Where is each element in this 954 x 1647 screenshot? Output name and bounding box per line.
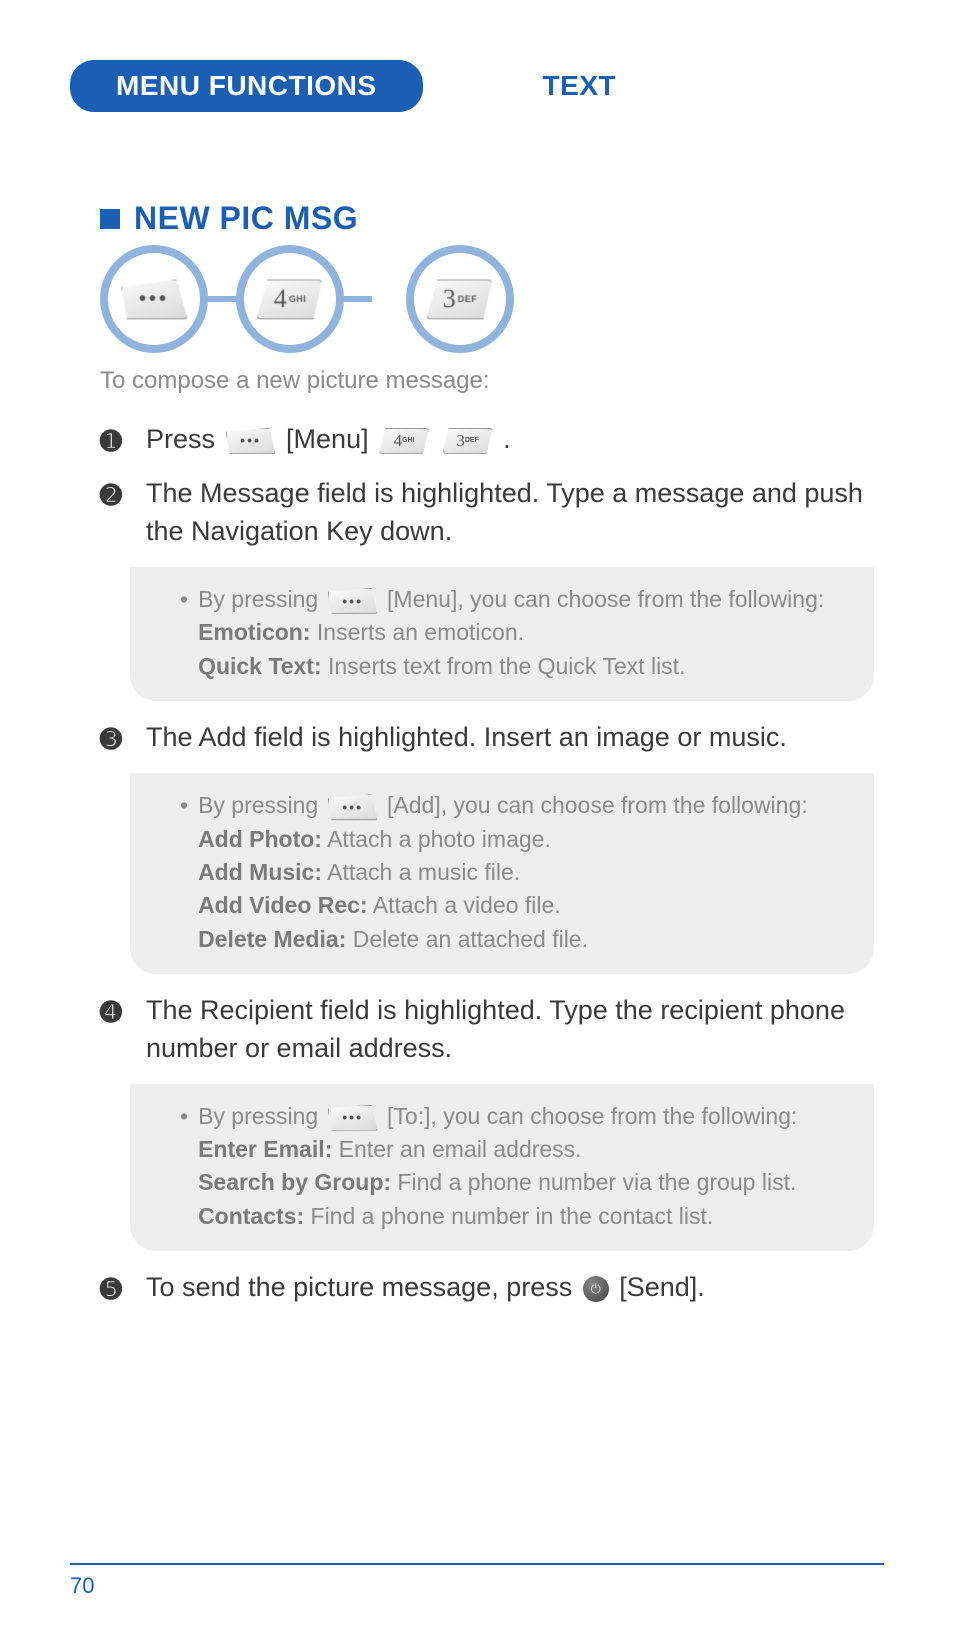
section-title-text: NEW PIC MSG xyxy=(134,200,358,237)
key-3-icon: 3DEF xyxy=(443,428,493,454)
key-3-icon: 3 DEF xyxy=(426,280,493,320)
note-item-label: Quick Text: xyxy=(198,653,322,679)
note-item-label: Search by Group: xyxy=(198,1169,391,1195)
intro-text: To compose a new picture message: xyxy=(100,367,874,395)
tab-text: TEXT xyxy=(543,70,617,102)
step-text: Press xyxy=(146,424,223,454)
content-area: NEW PIC MSG ••• 4 GHI 3 DEF To compose a… xyxy=(100,200,874,1323)
note-item-text: Delete an attached file. xyxy=(346,926,588,952)
step-number: ➍ xyxy=(100,992,146,1068)
note-text: By pressing xyxy=(198,1103,325,1129)
key-circle-4: 4 GHI xyxy=(236,245,344,353)
menu-key-icon: ••• xyxy=(226,428,276,454)
step-text: [Menu] xyxy=(286,424,376,454)
connector-icon xyxy=(344,296,372,302)
note-box-2: • By pressing ••• [Add], you can choose … xyxy=(130,773,874,974)
step-body: To send the picture message, press ⏻ [Se… xyxy=(146,1269,874,1307)
step-text: [Send]. xyxy=(619,1272,705,1302)
page-number: 70 xyxy=(70,1573,94,1598)
note-item-label: Contacts: xyxy=(198,1203,304,1229)
step-body: The Message field is highlighted. Type a… xyxy=(146,475,874,551)
note-item-label: Enter Email: xyxy=(198,1136,332,1162)
note-item-text: Attach a music file. xyxy=(322,859,520,885)
key-4-icon: 4 GHI xyxy=(256,280,323,320)
note-item-text: Inserts text from the Quick Text list. xyxy=(322,653,686,679)
note-item-label: Emoticon: xyxy=(198,619,310,645)
key-circle-3: 3 DEF xyxy=(406,245,514,353)
step-number: ➊ xyxy=(100,421,146,459)
note-text: [Menu], you can choose from the followin… xyxy=(387,586,824,612)
step-3: ➌ The Add field is highlighted. Insert a… xyxy=(100,719,874,757)
note-item-text: Attach a video file. xyxy=(368,892,561,918)
step-5: ➎ To send the picture message, press ⏻ [… xyxy=(100,1269,874,1307)
note-item-label: Delete Media: xyxy=(198,926,346,952)
step-1: ➊ Press ••• [Menu] 4GHI 3DEF . xyxy=(100,421,874,459)
bullet-icon: • xyxy=(180,1100,188,1233)
key-3-sub: DEF xyxy=(458,294,478,304)
bullet-icon: • xyxy=(180,583,188,683)
tab-menu-functions: MENU FUNCTIONS xyxy=(70,60,423,112)
menu-key-icon: ••• xyxy=(328,794,378,820)
key-3-number: 3 xyxy=(442,284,455,314)
key-4-icon: 4GHI xyxy=(379,428,429,454)
step-text: . xyxy=(503,424,511,454)
step-number: ➎ xyxy=(100,1269,146,1307)
note-item-text: Enter an email address. xyxy=(332,1136,581,1162)
note-text: By pressing xyxy=(198,792,325,818)
note-item-text: Inserts an emoticon. xyxy=(311,619,525,645)
key-4-number: 4 xyxy=(273,284,286,314)
step-body: Press ••• [Menu] 4GHI 3DEF . xyxy=(146,421,874,459)
note-item-text: Find a phone number in the contact list. xyxy=(304,1203,713,1229)
note-box-3: • By pressing ••• [To:], you can choose … xyxy=(130,1084,874,1251)
step-number: ➌ xyxy=(100,719,146,757)
menu-key-icon: ••• xyxy=(120,280,187,320)
key-4-sub: GHI xyxy=(289,294,307,304)
note-text: [To:], you can choose from the following… xyxy=(387,1103,797,1129)
note-text: [Add], you can choose from the following… xyxy=(387,792,808,818)
note-text: By pressing xyxy=(198,586,325,612)
note-item-label: Add Video Rec: xyxy=(198,892,368,918)
note-item-label: Add Photo: xyxy=(198,826,322,852)
menu-key-icon: ••• xyxy=(328,1105,378,1131)
note-body: By pressing ••• [Add], you can choose fr… xyxy=(198,789,848,956)
key-circle-menu: ••• xyxy=(100,245,208,353)
key-sequence: ••• 4 GHI 3 DEF xyxy=(100,245,874,353)
ok-key-icon: ⏻ xyxy=(583,1276,609,1302)
step-number: ➋ xyxy=(100,475,146,551)
note-box-1: • By pressing ••• [Menu], you can choose… xyxy=(130,567,874,701)
page-header: MENU FUNCTIONS TEXT xyxy=(70,60,884,112)
step-body: The Add field is highlighted. Insert an … xyxy=(146,719,874,757)
page-footer: 70 xyxy=(70,1563,884,1599)
note-body: By pressing ••• [To:], you can choose fr… xyxy=(198,1100,848,1233)
note-item-label: Add Music: xyxy=(198,859,322,885)
note-item-text: Find a phone number via the group list. xyxy=(391,1169,796,1195)
note-item-text: Attach a photo image. xyxy=(322,826,551,852)
square-bullet-icon xyxy=(100,209,120,229)
step-text: To send the picture message, press xyxy=(146,1272,580,1302)
section-title: NEW PIC MSG xyxy=(100,200,874,237)
menu-key-icon: ••• xyxy=(328,588,378,614)
connector-icon xyxy=(208,296,236,302)
step-2: ➋ The Message field is highlighted. Type… xyxy=(100,475,874,551)
note-body: By pressing ••• [Menu], you can choose f… xyxy=(198,583,848,683)
step-body: The Recipient field is highlighted. Type… xyxy=(146,992,874,1068)
step-4: ➍ The Recipient field is highlighted. Ty… xyxy=(100,992,874,1068)
bullet-icon: • xyxy=(180,789,188,956)
